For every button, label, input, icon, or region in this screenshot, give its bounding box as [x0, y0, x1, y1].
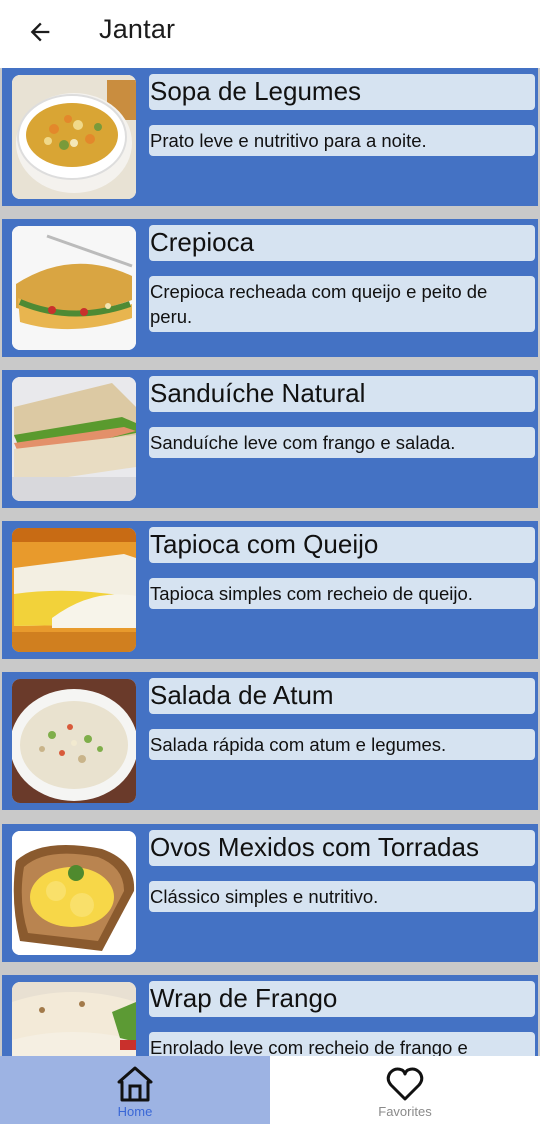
recipe-description: Tapioca simples com recheio de queijo. — [150, 583, 473, 604]
recipe-description-label: Clássico simples e nutritivo. — [149, 881, 535, 912]
recipe-description: Enrolado leve com recheio de frango e — [150, 1037, 468, 1056]
recipe-name-label: Sopa de Legumes — [149, 74, 535, 110]
recipe-name-label: Ovos Mexidos com Torradas — [149, 830, 535, 866]
recipe-name: Wrap de Frango — [150, 983, 338, 1013]
recipe-description-label: Tapioca simples com recheio de queijo. — [149, 578, 535, 609]
recipe-name: Tapioca com Queijo — [150, 529, 379, 559]
recipe-description: Clássico simples e nutritivo. — [150, 886, 379, 907]
arrow-left-icon — [30, 22, 50, 42]
app-bar: Jantar — [0, 0, 540, 68]
recipe-name-label: Crepioca — [149, 225, 535, 261]
chicken-wrap-photo — [12, 982, 136, 1056]
recipe-name-label: Tapioca com Queijo — [149, 527, 535, 563]
recipe-card[interactable]: Ovos Mexidos com Torradas Clássico simpl… — [2, 824, 538, 962]
bottom-navigation: Home Favorites — [0, 1056, 540, 1124]
recipe-description-label: Crepioca recheada com queijo e peito de … — [149, 276, 535, 332]
recipe-card[interactable]: Sopa de Legumes Prato leve e nutritivo p… — [2, 68, 538, 206]
recipe-description: Sanduíche leve com frango e salada. — [150, 432, 456, 453]
recipe-card[interactable]: Sanduíche Natural Sanduíche leve com fra… — [2, 370, 538, 508]
recipe-name-label: Sanduíche Natural — [149, 376, 535, 412]
page-title: Jantar — [99, 14, 176, 44]
recipe-list[interactable]: Sopa de Legumes Prato leve e nutritivo p… — [0, 68, 540, 1056]
scrambled-eggs-toast-photo — [12, 831, 136, 955]
heart-icon — [386, 1067, 424, 1101]
recipe-name: Sanduíche Natural — [150, 378, 366, 408]
recipe-description-label: Prato leve e nutritivo para a noite. — [149, 125, 535, 156]
recipe-description: Crepioca recheada com queijo e peito de … — [150, 281, 488, 327]
recipe-name: Ovos Mexidos com Torradas — [150, 832, 479, 862]
recipe-description: Salada rápida com atum e legumes. — [150, 734, 447, 755]
recipe-card[interactable]: Crepioca Crepioca recheada com queijo e … — [2, 219, 538, 357]
recipe-name-label: Salada de Atum — [149, 678, 535, 714]
recipe-description-label: Enrolado leve com recheio de frango e — [149, 1032, 535, 1056]
recipe-card[interactable]: Tapioca com Queijo Tapioca simples com r… — [2, 521, 538, 659]
recipe-card[interactable]: Salada de Atum Salada rápida com atum e … — [2, 672, 538, 810]
tapioca-photo — [12, 528, 136, 652]
recipe-name: Salada de Atum — [150, 680, 334, 710]
sandwich-photo — [12, 377, 136, 501]
recipe-description: Prato leve e nutritivo para a noite. — [150, 130, 427, 151]
recipe-name: Crepioca — [150, 227, 255, 257]
nav-favorites-label: Favorites — [378, 1104, 432, 1119]
tuna-salad-photo — [12, 679, 136, 803]
vegetable-soup-photo — [12, 75, 136, 199]
recipe-name: Sopa de Legumes — [150, 76, 362, 106]
nav-favorites-tab[interactable]: Favorites — [270, 1056, 540, 1124]
nav-home-label: Home — [117, 1104, 153, 1119]
recipe-description-label: Salada rápida com atum e legumes. — [149, 729, 535, 760]
recipe-name-label: Wrap de Frango — [149, 981, 535, 1017]
recipe-card[interactable]: Wrap de Frango Enrolado leve com recheio… — [2, 975, 538, 1056]
home-icon — [117, 1066, 153, 1102]
crepioca-photo — [12, 226, 136, 350]
recipe-description-label: Sanduíche leve com frango e salada. — [149, 427, 535, 458]
back-button[interactable] — [20, 12, 60, 52]
nav-home-tab[interactable]: Home — [0, 1056, 270, 1124]
